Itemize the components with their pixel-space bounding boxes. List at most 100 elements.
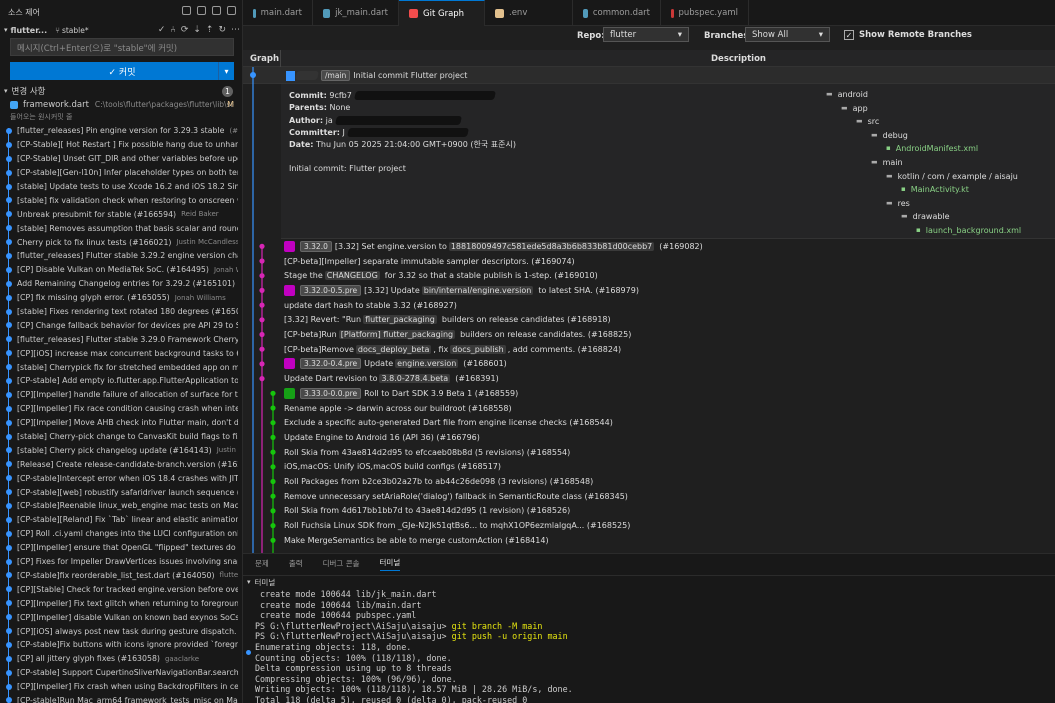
commit-row[interactable]: Roll Fuchsia Linux SDK from _GJe-N2Jk51q… <box>243 518 1055 533</box>
history-item[interactable]: [CP-stable]Reenable linux_web_engine mac… <box>6 499 238 513</box>
graph-node[interactable] <box>270 464 276 470</box>
history-item[interactable]: [CP-stable]Intercept error when iOS 18.4… <box>6 471 238 485</box>
commit-row[interactable]: Make MergeSemantics be able to merge cus… <box>243 533 1055 548</box>
history-item[interactable]: [flutter_releases] Flutter stable 3.29.2… <box>6 249 238 263</box>
commit-row[interactable]: 3.33.0-0.0.pre Roll to Dart SDK 3.9 Beta … <box>243 386 1055 401</box>
history-item[interactable]: [CP-stable] Support CupertinoSliverNavig… <box>6 666 238 680</box>
history-item[interactable]: [CP] Disable Vulkan on MediaTek SoC. (#1… <box>6 263 238 277</box>
tree-folder[interactable]: ▬ app <box>826 102 1021 116</box>
commit-tag[interactable]: 3.33.0-0.0.pre <box>300 387 362 399</box>
graph-node[interactable] <box>270 537 276 543</box>
commit-row[interactable]: update dart hash to stable 3.32 (#168927… <box>243 298 1055 313</box>
commit-row[interactable]: Update Dart revision to 3.8.0-278.4.beta… <box>243 371 1055 386</box>
tab-jk-main-dart[interactable]: jk_main.dart <box>313 0 399 26</box>
commit-row[interactable]: 3.32.0-0.5.pre [3.32] Update bin/internal… <box>243 283 1055 298</box>
history-item[interactable]: [CP] Change fallback behavior for device… <box>6 318 238 332</box>
panel-tab[interactable]: 출력 <box>289 558 303 569</box>
graph-node[interactable] <box>270 493 276 499</box>
history-item[interactable]: [CP-Stable][ Hot Restart ] Fix possible … <box>6 138 238 152</box>
tree-folder[interactable]: ▬ debug <box>826 129 1021 143</box>
history-item[interactable]: [CP][iOS] always post new task during ge… <box>6 624 238 638</box>
history-item[interactable]: [stable] Fixes rendering text rotated 18… <box>6 305 238 319</box>
commit-tag[interactable]: 3.32.0-0.5.pre <box>300 284 362 296</box>
history-item[interactable]: [CP][Impeller] disable Vulkan on known b… <box>6 610 238 624</box>
pull-icon[interactable]: ⇣ <box>193 25 201 35</box>
history-icon[interactable] <box>212 6 221 15</box>
graph-node[interactable] <box>270 449 276 455</box>
history-item[interactable]: [stable] Cherry pick changelog update (#… <box>6 443 238 457</box>
show-remote-checkbox[interactable]: ✓ Show Remote Branches <box>844 30 977 40</box>
commit-row[interactable]: [CP-beta]Remove docs_deploy_beta, fix do… <box>243 342 1055 357</box>
branches-select[interactable]: Show All ▾ <box>745 27 830 42</box>
commit-row[interactable]: [3.32] Revert: "Run flutter_packaging bu… <box>243 313 1055 328</box>
tree-folder[interactable]: ▬ src <box>826 115 1021 129</box>
history-item[interactable]: [CP] Roll .ci.yaml changes into the LUCI… <box>6 527 238 541</box>
tab-pubspec-yaml[interactable]: pubspec.yaml <box>661 0 749 26</box>
tab-main-dart[interactable]: main.dart <box>243 0 313 26</box>
graph-node[interactable] <box>259 287 265 293</box>
graph-node[interactable] <box>270 508 276 514</box>
commit-row[interactable]: Exclude a specific auto-generated Dart f… <box>243 415 1055 430</box>
list-icon[interactable] <box>197 6 206 15</box>
check-icon[interactable]: ✓ <box>158 25 166 35</box>
commit-row[interactable]: Rename apple -> darwin across our buildr… <box>243 401 1055 416</box>
history-item[interactable]: [stable] Removes assumption that basis s… <box>6 221 238 235</box>
history-item[interactable]: [CP] all jittery glyph fixes (#163058) ga… <box>6 652 238 666</box>
sync-icon[interactable]: ⟳ <box>181 25 189 35</box>
graph-node[interactable] <box>250 72 256 78</box>
changes-header[interactable]: ▾ 변경 사항 <box>4 85 240 97</box>
graph-node[interactable] <box>259 243 265 249</box>
history-item[interactable]: [flutter_releases] Pin engine version fo… <box>6 124 238 138</box>
history-item[interactable]: [CP-stable][web] robustify safaridriver … <box>6 485 238 499</box>
history-item[interactable]: [CP][Impeller] handle failure of allocat… <box>6 388 238 402</box>
tab--env[interactable]: .env <box>485 0 573 26</box>
commit-row[interactable]: 3.32.0 [3.32] Set engine.version to 18818… <box>243 239 1055 254</box>
history-item[interactable]: [CP][iOS] increase max concurrent backgr… <box>6 346 238 360</box>
graph-node[interactable] <box>270 405 276 411</box>
terminal-output[interactable]: create mode 100644 lib/jk_main.dart crea… <box>255 589 573 703</box>
tab-git-graph[interactable]: Git Graph <box>399 0 485 26</box>
history-item[interactable]: [Release] Create release-candidate-branc… <box>6 457 238 471</box>
commit-row[interactable]: Roll Packages from b2ce3b02a27b to ab44c… <box>243 474 1055 489</box>
commit-row[interactable]: Update Engine to Android 16 (API 36) (#1… <box>243 430 1055 445</box>
stage-icon[interactable] <box>182 6 191 15</box>
history-item[interactable]: [CP-stable][Reland] Fix `Tab` linear and… <box>6 513 238 527</box>
tree-file[interactable]: ▪ launch_background.xml <box>826 224 1021 238</box>
terminal-header[interactable]: ▾ 터미널 <box>243 575 1055 588</box>
graph-node[interactable] <box>270 523 276 529</box>
graph-node[interactable] <box>259 346 265 352</box>
tree-file[interactable]: ▪ MainActivity.kt <box>826 183 1021 197</box>
tree-folder[interactable]: ▬ kotlin / com / example / aisaju <box>826 170 1021 184</box>
commit-tag[interactable]: 3.32.0 <box>300 240 332 252</box>
panel-tab[interactable]: 디버그 콘솔 <box>323 558 360 569</box>
commit-row[interactable]: [CP-beta]Run [Platform] flutter_packagin… <box>243 327 1055 342</box>
commit-dropdown-icon[interactable]: ▾ <box>218 62 234 80</box>
tree-folder[interactable]: ▬ main <box>826 156 1021 170</box>
graph-node[interactable] <box>270 390 276 396</box>
history-item[interactable]: [stable] fix validation check when resto… <box>6 193 238 207</box>
history-item[interactable]: [stable] Cherrypick fix for stretched em… <box>6 360 238 374</box>
history-item[interactable]: [CP][Stable] Check for tracked engine.ve… <box>6 582 238 596</box>
chevron-down-icon[interactable]: ▾ <box>4 26 8 34</box>
commit-row[interactable]: Roll Skia from 43ae814d2d95 to efccaeb08… <box>243 445 1055 460</box>
history-item[interactable]: [stable] Update tests to use Xcode 16.2 … <box>6 180 238 194</box>
graph-node[interactable] <box>259 302 265 308</box>
more-icon[interactable] <box>227 6 236 15</box>
graph-node[interactable] <box>259 376 265 382</box>
history-item[interactable]: [CP-stable][Gen-l10n] Infer placeholder … <box>6 166 238 180</box>
commit-message-input[interactable]: 메시지(Ctrl+Enter(으)로 "stable"에 커밋) <box>10 38 234 56</box>
history-item[interactable]: [CP][Impeller] ensure that OpenGL "flipp… <box>6 541 238 555</box>
graph-node[interactable] <box>270 420 276 426</box>
history-item[interactable]: [CP-stable]Run Mac_arm64 framework_tests… <box>6 694 238 703</box>
history-item[interactable]: [stable] Cherry-pick change to CanvasKit… <box>6 430 238 444</box>
history-item[interactable]: [CP-Stable] Unset GIT_DIR and other vari… <box>6 152 238 166</box>
commit-row[interactable]: 3.32.0-0.4.pre Update engine.version (#16… <box>243 357 1055 372</box>
graph-node[interactable] <box>259 273 265 279</box>
commit-row[interactable]: Stage the CHANGELOG for 3.32 so that a s… <box>243 268 1055 283</box>
commit-row[interactable]: Remove unnecessary setAriaRole('dialog')… <box>243 489 1055 504</box>
panel-tab[interactable]: 문제 <box>255 558 269 569</box>
graph-node[interactable] <box>259 317 265 323</box>
history-item[interactable]: [CP-stable]fix reorderable_list_test.dar… <box>6 569 238 583</box>
commit-row[interactable]: [CP-beta][Impeller] separate immutable s… <box>243 254 1055 269</box>
changed-file-item[interactable]: framework.dart C:\tools\flutter\packages… <box>10 99 234 110</box>
